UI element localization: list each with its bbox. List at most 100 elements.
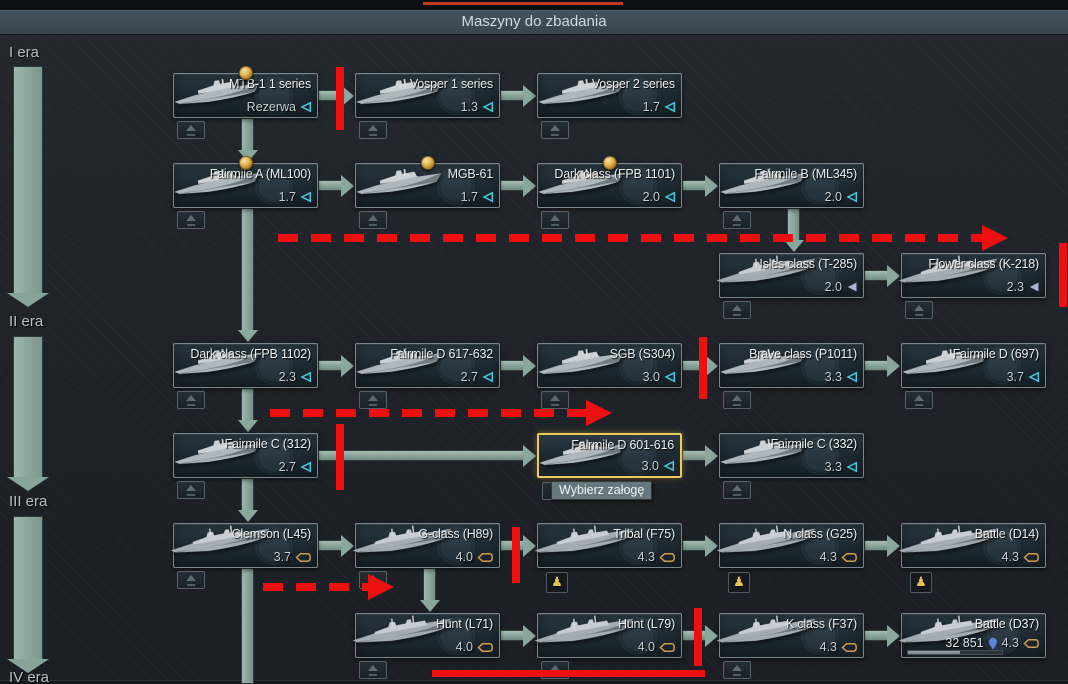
vehicle-name: Dark class (FPB 1102) [190,347,311,361]
vehicle-name: Vosper 1 series [410,77,493,91]
battle-rating: 3.7 [1007,370,1024,384]
vehicle-type-boat-icon [664,101,676,113]
vehicle-card[interactable]: K class (F37) 4.3 [719,613,864,658]
tree-connector-arrow [500,180,524,191]
tree-connector-arrow [318,180,342,191]
vehicle-card[interactable]: Flower class (K-218) 2.3 [901,253,1046,298]
crew-slot-icon [177,391,205,409]
tree-connector-arrow [318,540,342,551]
tree-connector-vertical [241,388,254,421]
crew-qualification-icon: ♟ [728,572,750,593]
tree-connector-arrow [500,90,524,101]
vehicle-name: Clemson (L45) [232,527,311,541]
battle-rating: 3.7 [274,550,291,564]
vehicle-card[interactable]: Dark class (FPB 1102) 2.3 [173,343,318,388]
vehicle-card[interactable]: Fairmile D 601-616 3.0 Wybierz załogę [537,433,682,478]
vehicle-card[interactable]: Fairmile B (ML345) 2.0 [719,163,864,208]
header-bar: Maszyny do zbadania [0,10,1068,35]
crew-slot-icon [177,481,205,499]
annotation-red-bar [512,527,520,583]
vehicle-name: Hunt (L79) [618,617,675,631]
bottom-divider [0,680,1068,684]
vehicle-br-row: 2.0 [825,280,858,294]
vehicle-type-boat-icon [482,191,494,203]
vehicle-card[interactable]: Fairmile D (697) 3.7 [901,343,1046,388]
elite-medal-icon [603,156,617,170]
battle-rating: 3.3 [825,370,842,384]
top-strip [0,0,1068,10]
battle-rating: 4.0 [456,550,473,564]
vehicle-card[interactable]: MGB-61 1.7 [355,163,500,208]
vehicle-card[interactable]: Battle (D14) 4.3 ♟ [901,523,1046,568]
vehicle-name: Dark class (FPB 1101) [554,167,675,181]
battle-rating: 4.0 [638,640,655,654]
vehicle-name: K class (F37) [786,617,857,631]
crew-slot-icon [359,661,387,679]
vehicle-card[interactable]: Fairmile D 617-632 2.7 [355,343,500,388]
battle-rating: 2.3 [279,370,296,384]
battle-rating: 3.0 [643,370,660,384]
vehicle-card[interactable]: Vosper 1 series 1.3 [355,73,500,118]
vehicle-br-row: 3.3 [825,370,858,384]
era-label: III era [9,493,47,510]
vehicle-card[interactable]: Dark class (FPB 1101) 2.0 [537,163,682,208]
vehicle-type-ship-icon [846,281,858,293]
vehicle-name: MGB-61 [448,167,493,181]
vehicle-type-destroyer-icon [295,552,312,563]
tree-connector-arrow [500,630,524,641]
vehicle-card[interactable]: G-class (H89) 4.0 [355,523,500,568]
vehicle-card[interactable]: SGB (S304) 3.0 [537,343,682,388]
crew-slot-icon [177,121,205,139]
vehicle-card[interactable]: Battle (D37) 32 851 4.3 [901,613,1046,658]
vehicle-name: Fairmile D 617-632 [390,347,493,361]
annotation-red-bar [694,608,702,666]
vehicle-card[interactable]: Fairmile C (332) 3.3 [719,433,864,478]
research-points-value: 32 851 [945,636,983,650]
vehicle-type-ship-icon [1028,281,1040,293]
vehicle-card[interactable]: N class (G25) 4.3 ♟ [719,523,864,568]
battle-rating: 2.0 [825,190,842,204]
tree-connector-vertical [241,118,254,151]
vehicle-name: Fairmile C (332) [771,437,857,451]
tree-connector-arrow [682,180,706,191]
battle-rating: 4.3 [1002,636,1019,650]
vehicle-name: Flower class (K-218) [928,257,1039,271]
elite-medal-icon [421,156,435,170]
vehicle-card[interactable]: Fairmile C (312) 2.7 [173,433,318,478]
tree-connector-vertical [241,208,254,331]
vehicle-card[interactable]: Clemson (L45) 3.7 [173,523,318,568]
vehicle-br-row: 3.0 [643,370,676,384]
vehicle-name: Fairmile B (ML345) [754,167,857,181]
vehicle-br-row: 2.0 [643,190,676,204]
vehicle-card[interactable]: MTB-1 1 series Rezerwa [173,73,318,118]
crew-slot-icon [359,211,387,229]
crew-slot-icon [359,391,387,409]
vehicle-name: Battle (D14) [975,527,1039,541]
vehicle-card[interactable]: Isles class (T-285) 2.0 [719,253,864,298]
vehicle-card[interactable]: Brave class (P1011) 3.3 [719,343,864,388]
vehicle-name: N class (G25) [783,527,857,541]
vehicle-card[interactable]: Hunt (L71) 4.0 [355,613,500,658]
vehicle-type-destroyer-icon [841,552,858,563]
annotation-red-bar [1059,243,1067,307]
vehicle-type-destroyer-icon [1023,552,1040,563]
vehicle-type-boat-icon [300,371,312,383]
vehicle-name: Brave class (P1011) [749,347,857,361]
vehicle-card[interactable]: Tribal (F75) 4.3 ♟ [537,523,682,568]
vehicle-br-row: 1.7 [461,190,494,204]
battle-rating: 1.7 [643,100,660,114]
era-label: II era [9,313,43,330]
crew-tooltip: Wybierz załogę [551,481,652,500]
vehicle-card[interactable]: Fairmile A (ML100) 1.7 [173,163,318,208]
vehicle-card[interactable]: Hunt (L79) 4.0 [537,613,682,658]
vehicle-br-row: 1.7 [279,190,312,204]
vehicle-card[interactable]: Vosper 2 series 1.7 [537,73,682,118]
vehicle-br-row: 2.7 [461,370,494,384]
crew-slot-icon [905,391,933,409]
tree-connector-arrow [864,270,888,281]
vehicle-br-row: 4.3 [1002,550,1040,564]
vehicle-name: Battle (D37) [975,617,1039,631]
tree-connector-arrow [318,450,524,461]
vehicle-type-boat-icon [846,191,858,203]
vehicle-name: Fairmile D 601-616 [571,438,674,452]
